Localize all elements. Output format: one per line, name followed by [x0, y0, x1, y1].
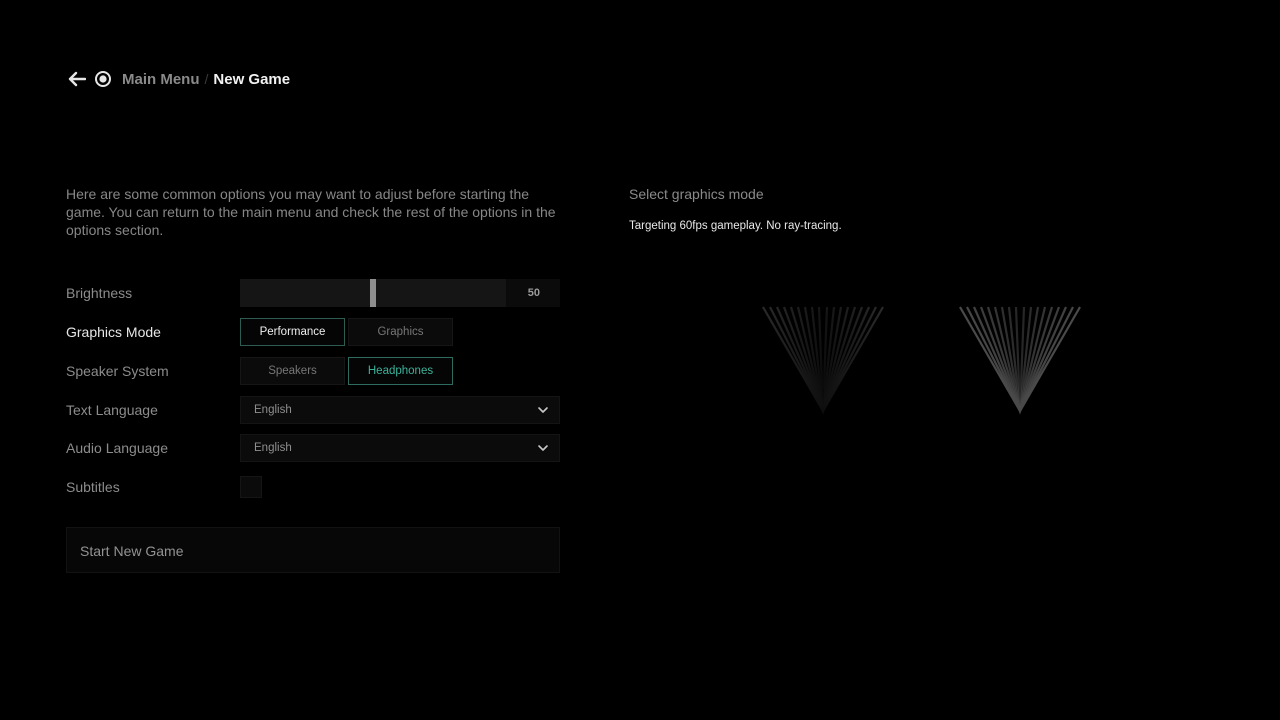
graphics-mode-label: Graphics Mode	[66, 324, 161, 340]
audio-language-label: Audio Language	[66, 440, 168, 456]
audio-language-dropdown[interactable]: English	[240, 434, 560, 462]
subtitles-control	[240, 473, 262, 501]
text-language-dropdown[interactable]: English	[240, 396, 560, 424]
info-panel-title: Select graphics mode	[629, 186, 764, 202]
brightness-slider-thumb[interactable]	[370, 279, 376, 307]
brightness-control: 50	[240, 279, 560, 307]
text-language-row: Text Language English	[66, 396, 560, 424]
text-language-label: Text Language	[66, 402, 158, 418]
intro-text: Here are some common options you may wan…	[66, 186, 556, 238]
audio-language-control: English	[240, 434, 560, 462]
brightness-slider[interactable]: 50	[240, 279, 560, 307]
start-new-game-button[interactable]: Start New Game	[66, 527, 560, 573]
graphics-mode-graphics-button[interactable]: Graphics	[348, 318, 453, 346]
speaker-system-speakers-button[interactable]: Speakers	[240, 357, 345, 385]
chevron-down-icon	[538, 445, 548, 451]
audio-language-row: Audio Language English	[66, 434, 560, 462]
page-title: New Game	[213, 70, 291, 88]
speaker-system-headphones-button[interactable]: Headphones	[348, 357, 453, 385]
graphics-mode-toggle: Performance Graphics	[240, 318, 453, 346]
text-language-control: English	[240, 396, 560, 424]
speaker-system-row: Speaker System Speakers Headphones	[66, 357, 560, 385]
subtitles-row: Subtitles	[66, 473, 560, 501]
start-new-game-label: Start New Game	[80, 543, 184, 559]
breadcrumb-separator: /	[204, 71, 209, 87]
ring-icon[interactable]	[93, 69, 113, 89]
arrow-left-icon[interactable]	[66, 68, 88, 90]
performance-triangle-icon	[762, 306, 884, 415]
breadcrumb: Main Menu / New Game	[66, 66, 290, 92]
graphics-mode-row: Graphics Mode Performance Graphics	[66, 318, 560, 346]
info-panel-description: Targeting 60fps gameplay. No ray-tracing…	[629, 220, 842, 232]
brightness-row: Brightness 50	[66, 279, 560, 307]
brightness-label: Brightness	[66, 285, 133, 301]
graphics-triangle-icon	[959, 306, 1081, 415]
brightness-value: 50	[527, 287, 540, 299]
audio-language-value: English	[254, 442, 292, 454]
graphics-mode-performance-button[interactable]: Performance	[240, 318, 345, 346]
subtitles-label: Subtitles	[66, 479, 120, 495]
chevron-down-icon	[538, 407, 548, 413]
speaker-system-toggle: Speakers Headphones	[240, 357, 453, 385]
speaker-system-label: Speaker System	[66, 363, 169, 379]
text-language-value: English	[254, 404, 292, 416]
breadcrumb-main-menu[interactable]: Main Menu	[122, 71, 200, 88]
subtitles-checkbox[interactable]	[240, 476, 262, 498]
new-game-screen: Main Menu / New Game Here are some commo…	[0, 0, 1280, 720]
